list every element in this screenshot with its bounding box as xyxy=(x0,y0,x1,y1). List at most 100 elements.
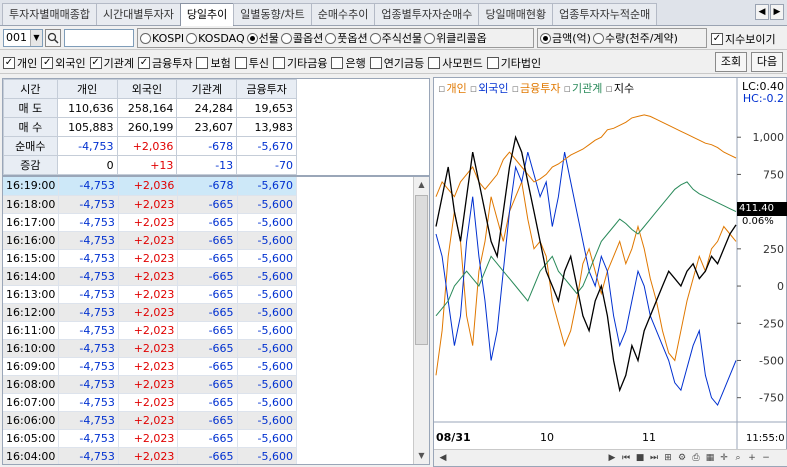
radio-icon[interactable] xyxy=(325,32,337,44)
table-row[interactable]: 16:10:00 -4,753 +2,023 -665 -5,600 xyxy=(3,339,298,358)
zoom-out-icon[interactable]: − xyxy=(760,452,772,464)
print-icon[interactable]: ⎙ xyxy=(690,452,702,464)
investor-option-0[interactable]: ✓ 개인 xyxy=(3,55,37,71)
legend-item: ▫개인 xyxy=(438,80,467,96)
checkbox-icon[interactable] xyxy=(196,57,209,69)
y-tick-label: 750 xyxy=(763,168,784,181)
code-select[interactable]: 001 ▼ xyxy=(3,29,43,47)
tab-0[interactable]: 투자자별매매종합 xyxy=(2,3,97,25)
table-row[interactable]: 16:14:00 -4,753 +2,023 -665 -5,600 xyxy=(3,267,298,286)
radio-icon[interactable] xyxy=(424,32,436,44)
tab-scroll-right-button[interactable]: ▶ xyxy=(770,4,784,20)
rewind-icon[interactable]: ⏮ xyxy=(620,452,632,464)
checkbox-icon[interactable] xyxy=(428,57,441,69)
checkbox-icon[interactable]: ✓ xyxy=(89,57,102,69)
radio-icon[interactable] xyxy=(186,32,198,44)
table-row[interactable]: 16:13:00 -4,753 +2,023 -665 -5,600 xyxy=(3,285,298,304)
zoom-icon[interactable]: ⊞ xyxy=(662,452,674,464)
tab-scroll-left-button[interactable]: ◀ xyxy=(755,4,769,20)
checkbox-icon[interactable] xyxy=(369,57,382,69)
tab-4[interactable]: 순매수추이 xyxy=(310,3,376,25)
radio-icon[interactable] xyxy=(246,32,258,44)
radio-icon[interactable] xyxy=(592,32,604,44)
table-row[interactable]: 16:18:00 -4,753 +2,023 -665 -5,600 xyxy=(3,195,298,214)
checkbox-icon[interactable]: ✓ xyxy=(711,33,723,45)
crosshair-icon[interactable]: ✛ xyxy=(718,452,730,464)
gear-icon[interactable]: ⚙ xyxy=(676,452,688,464)
zoom-in-icon[interactable]: + xyxy=(746,452,758,464)
investor-option-2[interactable]: ✓ 기관계 xyxy=(89,55,134,71)
investor-option-label: 외국인 xyxy=(55,57,86,70)
checkbox-icon[interactable] xyxy=(234,57,247,69)
scroll-left-icon[interactable]: ◀ xyxy=(437,452,449,464)
chevron-down-icon[interactable]: ▼ xyxy=(30,30,42,46)
table-row[interactable]: 16:08:00 -4,753 +2,023 -665 -5,600 xyxy=(3,375,298,394)
checkbox-icon[interactable] xyxy=(272,57,285,69)
investor-option-1[interactable]: ✓ 외국인 xyxy=(41,55,86,71)
checkbox-icon[interactable]: ✓ xyxy=(138,57,150,69)
scroll-down-icon[interactable]: ▼ xyxy=(414,448,429,464)
table-row[interactable]: 16:17:00 -4,753 +2,023 -665 -5,600 xyxy=(3,213,298,232)
market-option-1[interactable]: KOSDAQ xyxy=(186,32,245,45)
market-option-4[interactable]: 풋옵션 xyxy=(325,30,368,46)
tab-1[interactable]: 시간대별투자자 xyxy=(95,3,181,25)
table-row[interactable]: 16:12:00 -4,753 +2,023 -665 -5,600 xyxy=(3,303,298,322)
grid-icon[interactable]: ▦ xyxy=(704,452,716,464)
radio-icon[interactable] xyxy=(369,32,381,44)
investor-option-7[interactable]: 은행 xyxy=(331,55,366,71)
value-cell: +2,023 xyxy=(118,249,179,268)
table-row[interactable]: 16:19:00 -4,753 +2,036 -678 -5,670 xyxy=(3,177,298,196)
vertical-scrollbar[interactable]: ▲ ▼ xyxy=(413,177,429,464)
table-row[interactable]: 16:16:00 -4,753 +2,023 -665 -5,600 xyxy=(3,231,298,250)
market-option-0[interactable]: KOSPI xyxy=(140,32,184,45)
market-option-5[interactable]: 주식선물 xyxy=(369,30,422,46)
intraday-chart[interactable]: 1,0007505002500-250-500-750 ▫개인▫외국인▫금융투자… xyxy=(433,77,787,467)
tab-6[interactable]: 당일매매현황 xyxy=(478,3,554,25)
stop-icon[interactable]: ■ xyxy=(634,452,646,464)
investor-option-5[interactable]: 투신 xyxy=(234,55,269,71)
radio-icon[interactable] xyxy=(140,32,151,44)
investor-option-4[interactable]: 보험 xyxy=(196,55,231,71)
radio-icon[interactable] xyxy=(540,32,551,44)
tab-7[interactable]: 업종투자자누적순매 xyxy=(552,3,658,25)
table-row[interactable]: 16:15:00 -4,753 +2,023 -665 -5,600 xyxy=(3,249,298,268)
search-icon[interactable]: ⌕ xyxy=(732,452,744,464)
unit-option-1[interactable]: 수량(천주/계약) xyxy=(592,30,678,46)
tab-3[interactable]: 일별동향/차트 xyxy=(233,3,312,25)
checkbox-icon[interactable] xyxy=(486,57,499,69)
checkbox-icon[interactable] xyxy=(331,57,344,69)
query-button[interactable]: 조회 xyxy=(715,52,747,72)
table-row[interactable]: 16:06:00 -4,753 +2,023 -665 -5,600 xyxy=(3,411,298,430)
table-row[interactable]: 16:05:00 -4,753 +2,023 -665 -5,600 xyxy=(3,429,298,448)
forward-icon[interactable]: ⏭ xyxy=(648,452,660,464)
market-option-2[interactable]: 선물 xyxy=(246,30,279,46)
legend-marker-icon: ▫ xyxy=(438,82,446,95)
table-row[interactable]: 16:04:00 -4,753 +2,023 -665 -5,600 xyxy=(3,447,298,464)
table-row[interactable]: 16:09:00 -4,753 +2,023 -665 -5,600 xyxy=(3,357,298,376)
scroll-thumb[interactable] xyxy=(415,195,428,345)
show-index-toggle[interactable]: ✓ 지수보이기 xyxy=(711,31,776,47)
investor-option-8[interactable]: 연기금등 xyxy=(369,55,424,71)
search-button[interactable] xyxy=(45,29,61,47)
table-row[interactable]: 16:11:00 -4,753 +2,023 -665 -5,600 xyxy=(3,321,298,340)
market-option-6[interactable]: 위클리콜옵 xyxy=(424,30,487,46)
investor-option-3[interactable]: ✓ 금융투자 xyxy=(138,55,192,71)
summary-cell: 260,199 xyxy=(116,117,178,137)
market-option-3[interactable]: 콜옵션 xyxy=(280,30,323,46)
code-name-input[interactable] xyxy=(64,29,134,47)
scroll-right-icon[interactable]: ▶ xyxy=(606,452,618,464)
next-button[interactable]: 다음 xyxy=(751,52,783,72)
column-header: 시간 xyxy=(3,79,58,99)
timeline-table[interactable]: 16:19:00 -4,753 +2,036 -678 -5,670 16:18:00 -4… xyxy=(2,176,430,465)
investor-option-6[interactable]: 기타금융 xyxy=(272,55,327,71)
investor-option-9[interactable]: 사모펀드 xyxy=(428,55,483,71)
scroll-up-icon[interactable]: ▲ xyxy=(414,177,429,193)
tab-2[interactable]: 당일추이 xyxy=(179,3,235,26)
checkbox-icon[interactable]: ✓ xyxy=(41,57,54,69)
investor-option-10[interactable]: 기타법인 xyxy=(486,55,541,71)
radio-icon[interactable] xyxy=(280,32,292,44)
table-row[interactable]: 16:07:00 -4,753 +2,023 -665 -5,600 xyxy=(3,393,298,412)
tab-5[interactable]: 업종별투자자순매수 xyxy=(374,3,480,25)
unit-option-0[interactable]: 금액(억) xyxy=(540,30,591,46)
checkbox-icon[interactable]: ✓ xyxy=(3,57,15,69)
